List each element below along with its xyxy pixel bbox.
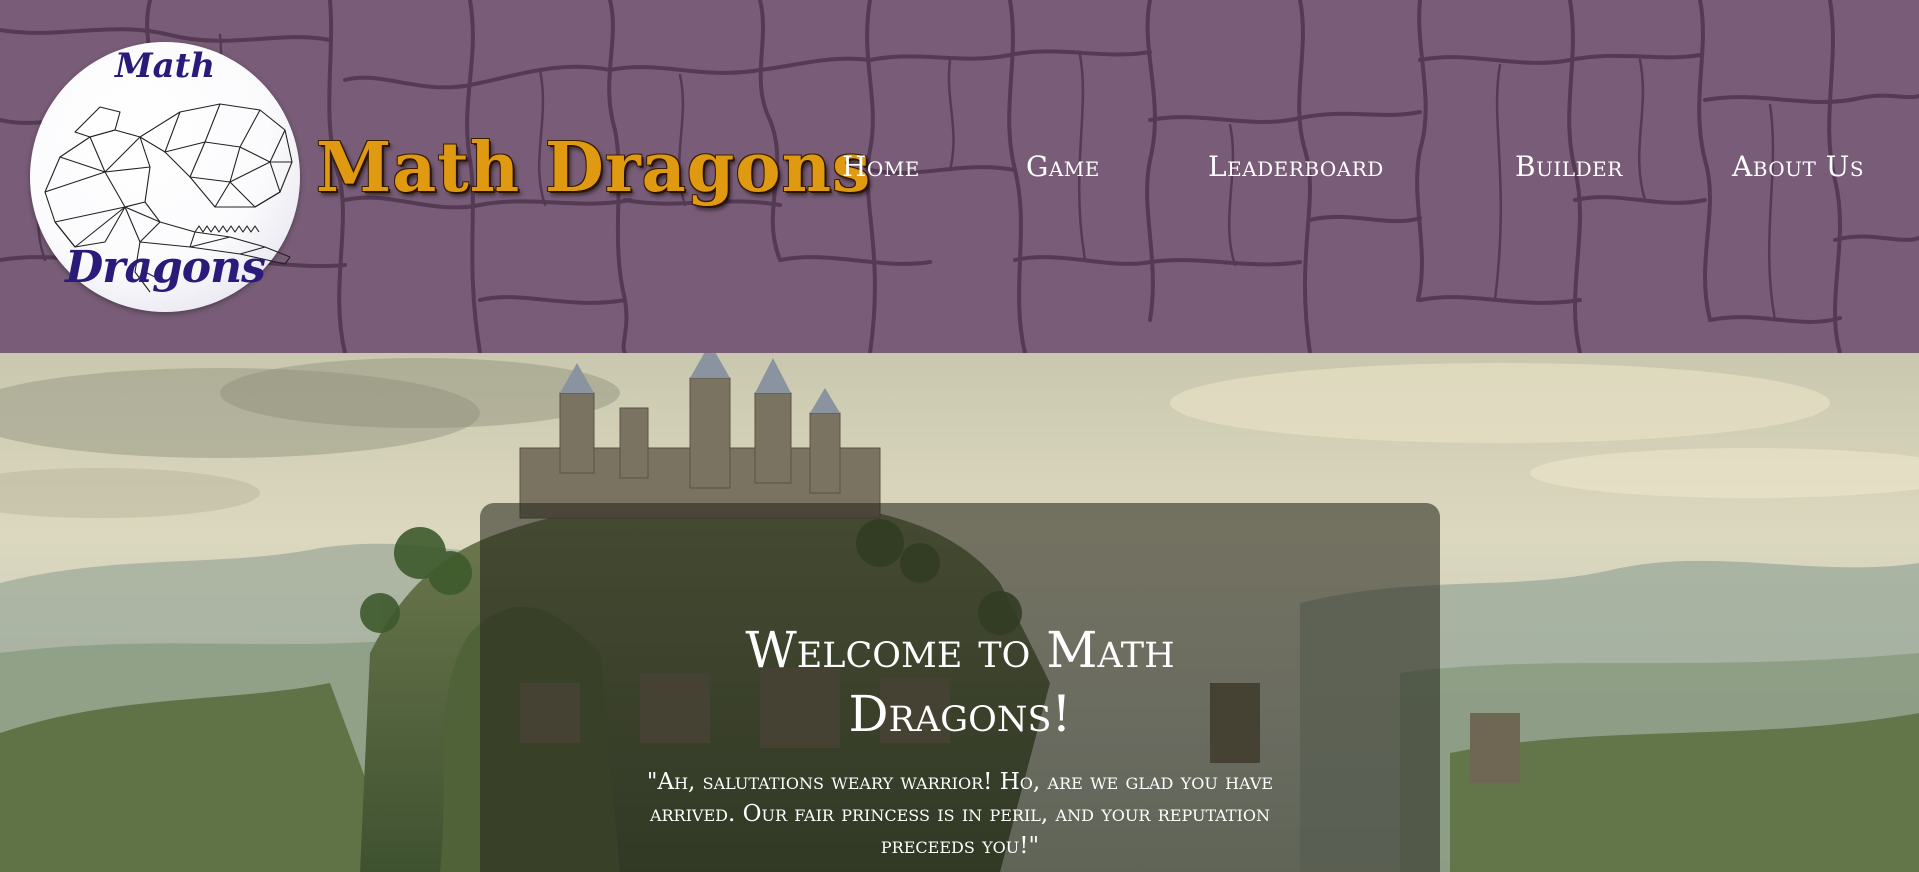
- logo-text-bottom: Dragons: [65, 242, 266, 293]
- nav-game[interactable]: Game: [1026, 150, 1100, 183]
- welcome-title: Welcome to Math Dragons!: [745, 621, 1175, 743]
- site-header: Math Dragons Math Dragons Home Game Lead…: [0, 0, 1919, 353]
- nav-builder[interactable]: Builder: [1515, 150, 1623, 183]
- hero-banner: Welcome to Math Dragons! "Ah, salutation…: [0, 353, 1919, 872]
- welcome-quote: "Ah, salutations weary warrior! Ho, are …: [646, 769, 1274, 859]
- nav-home[interactable]: Home: [842, 150, 920, 183]
- logo-text-top: Math: [114, 46, 216, 86]
- nav-about-us[interactable]: About Us: [1732, 150, 1864, 183]
- main-nav: Home Game Leaderboard Builder About Us: [0, 150, 1919, 200]
- welcome-panel: Welcome to Math Dragons! "Ah, salutation…: [480, 503, 1440, 872]
- nav-leaderboard[interactable]: Leaderboard: [1208, 150, 1384, 183]
